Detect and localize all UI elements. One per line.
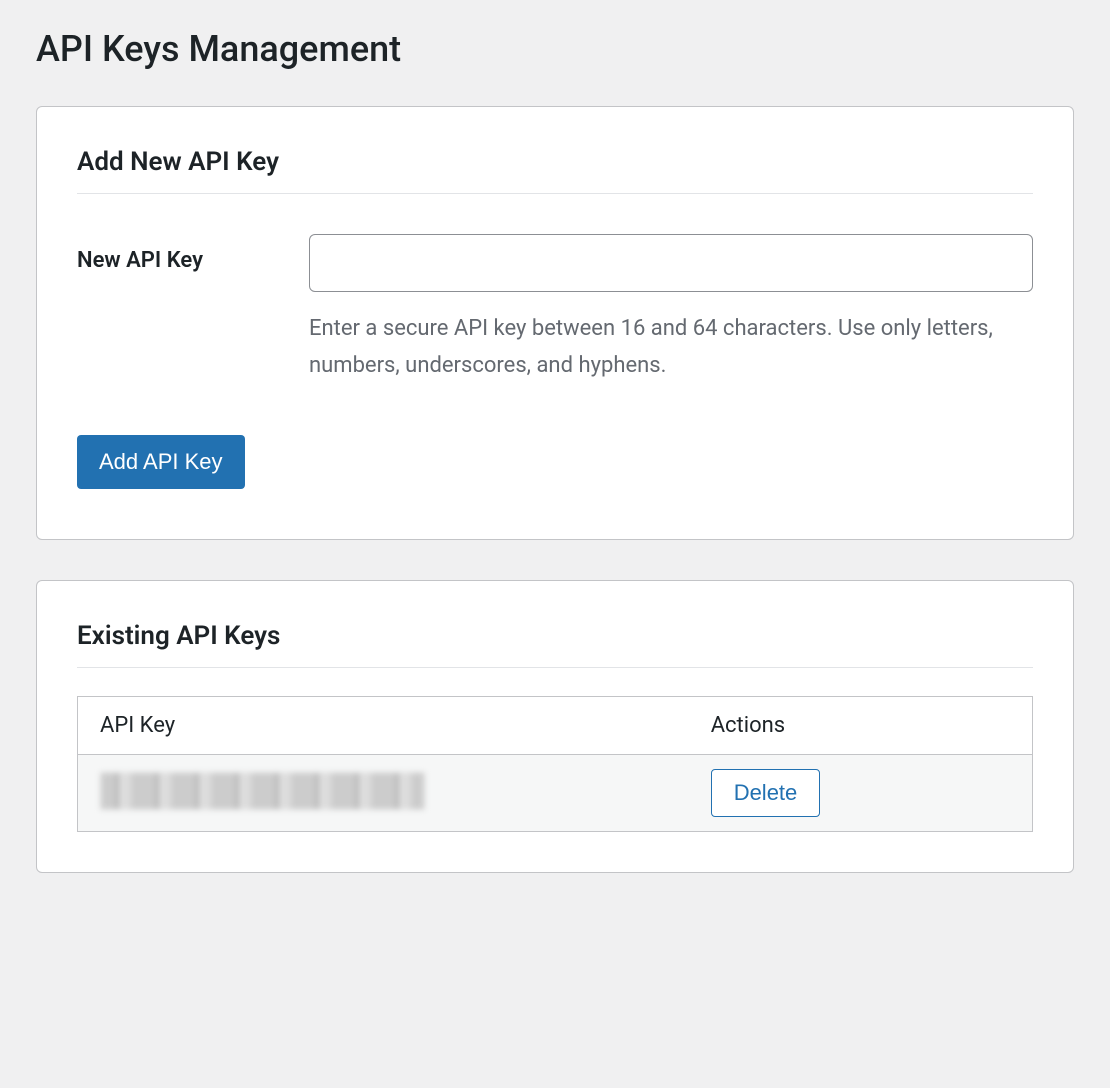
new-api-key-label: New API Key	[77, 234, 309, 273]
column-header-key: API Key	[78, 696, 689, 754]
existing-card-title: Existing API Keys	[77, 621, 1033, 668]
delete-api-key-button[interactable]: Delete	[711, 769, 821, 817]
new-api-key-input[interactable]	[309, 234, 1033, 292]
new-api-key-row: New API Key Enter a secure API key betwe…	[77, 234, 1033, 385]
page-title: API Keys Management	[36, 28, 1074, 70]
api-key-value-redacted	[100, 772, 425, 810]
add-card-title: Add New API Key	[77, 147, 1033, 194]
existing-api-keys-card: Existing API Keys API Key Actions Delete	[36, 580, 1074, 873]
add-api-key-card: Add New API Key New API Key Enter a secu…	[36, 106, 1074, 540]
add-api-key-button[interactable]: Add API Key	[77, 435, 245, 489]
new-api-key-help: Enter a secure API key between 16 and 64…	[309, 310, 1033, 385]
column-header-actions: Actions	[689, 696, 1033, 754]
api-keys-table: API Key Actions Delete	[77, 696, 1033, 832]
table-row: Delete	[78, 754, 1033, 831]
